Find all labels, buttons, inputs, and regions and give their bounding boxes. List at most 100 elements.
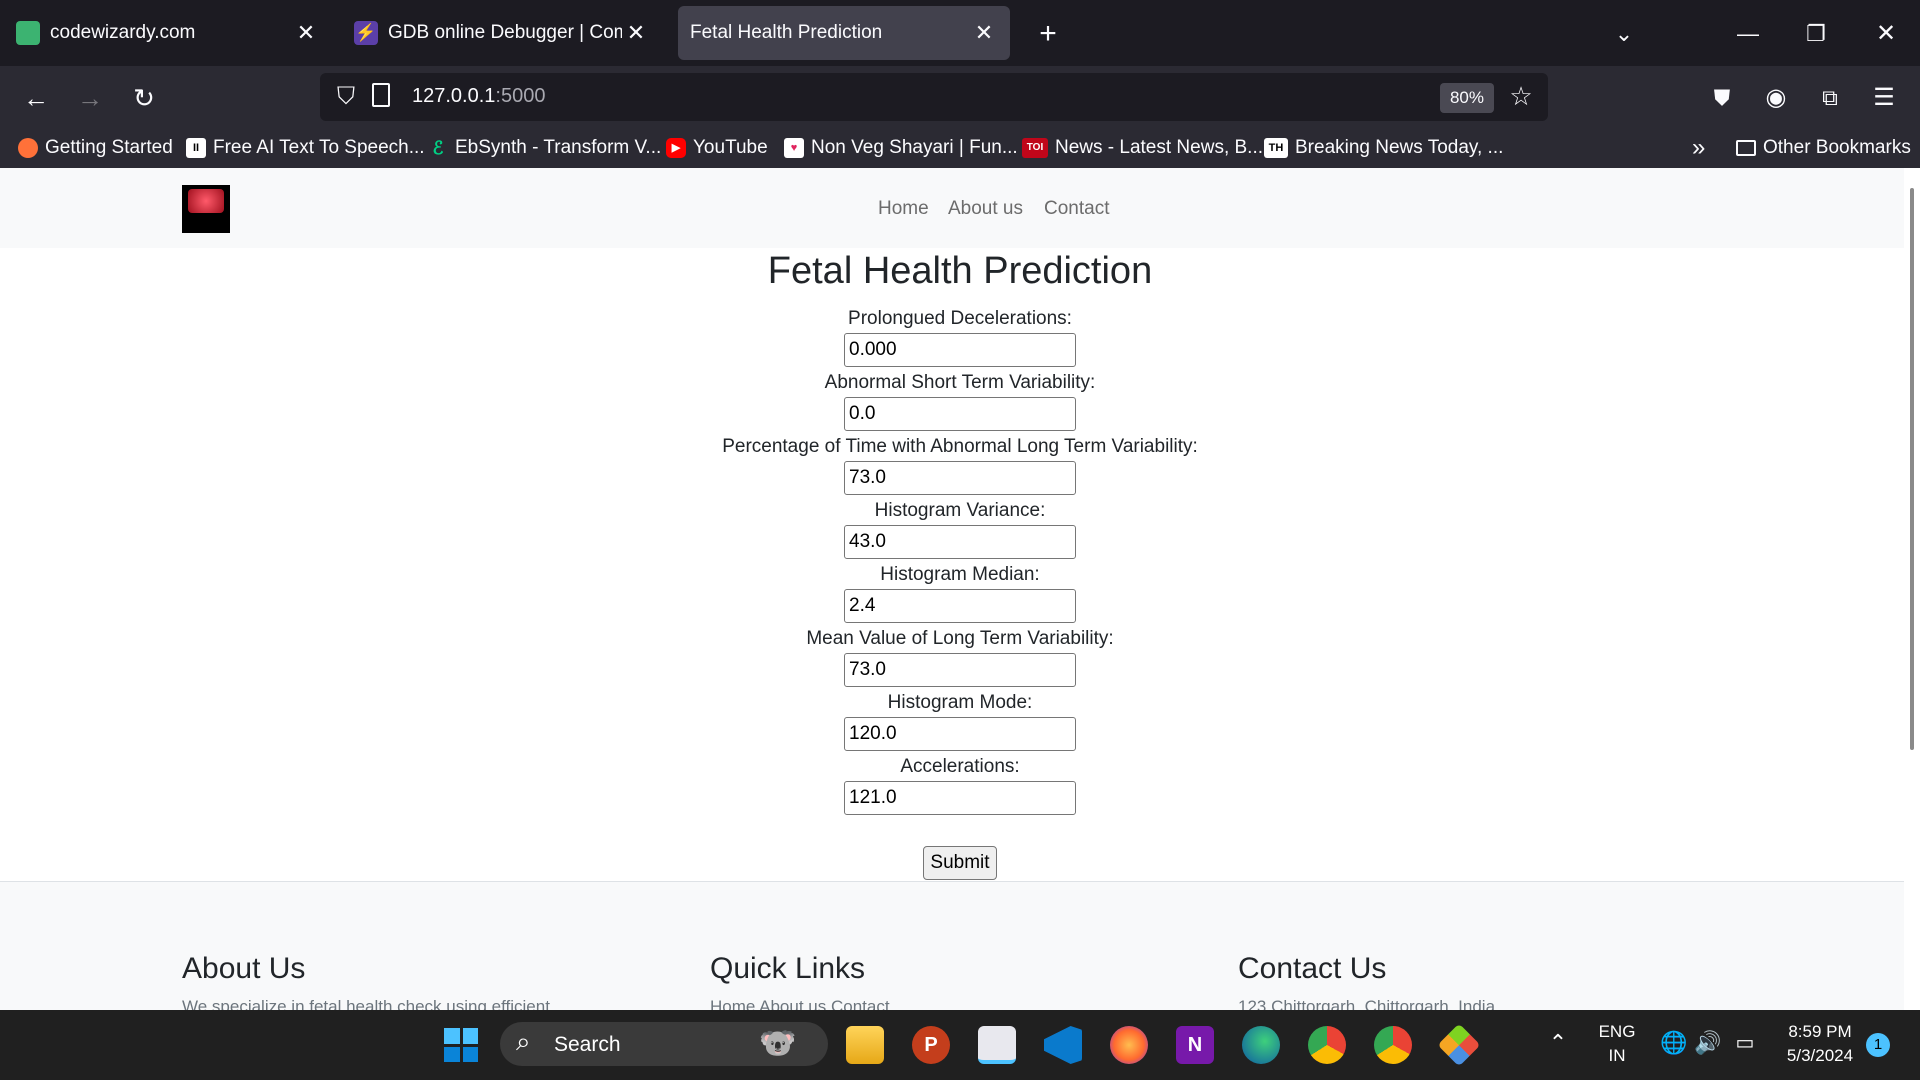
field-label-histogram-variance: Histogram Variance:	[874, 500, 1046, 521]
footer-contact-text: 123 Chittorgarh, Chittorgarh, India	[1238, 998, 1496, 1010]
histogram-median-input[interactable]	[844, 589, 1076, 623]
heart-icon: ♥	[784, 138, 804, 158]
bookmark-non-veg-shayari[interactable]: ♥ Non Veg Shayari | Fun...	[784, 134, 1018, 162]
firefox-taskbar-icon[interactable]	[1110, 1026, 1148, 1064]
bookmarks-overflow-chevron-icon[interactable]: »	[1692, 134, 1705, 162]
field-label-histogram-mode: Histogram Mode:	[887, 692, 1033, 713]
chrome-profile-icon[interactable]	[1374, 1026, 1412, 1064]
page-title: Fetal Health Prediction	[767, 250, 1153, 292]
nav-contact-link[interactable]: Contact	[1044, 198, 1109, 220]
onenote-icon[interactable]: N	[1176, 1026, 1214, 1064]
tab-codewizardy[interactable]: codewizardy.com ✕	[2, 6, 332, 60]
new-tab-button[interactable]: +	[1028, 14, 1068, 54]
mean-ltv-input[interactable]	[844, 653, 1076, 687]
bookmark-getting-started[interactable]: Getting Started	[18, 134, 173, 162]
windows-start-icon[interactable]	[442, 1026, 480, 1064]
extensions-icon[interactable]: ⧉	[1810, 78, 1850, 118]
green-grid-icon	[16, 21, 40, 45]
zoom-level-badge[interactable]: 80%	[1439, 83, 1494, 113]
language-indicator[interactable]: ENG IN	[1592, 1022, 1642, 1066]
close-icon[interactable]: ✕	[292, 20, 320, 46]
url-bar[interactable]: ⛉ 127.0.0.1:5000 80% ☆	[320, 73, 1548, 121]
ebsynth-icon: ℰ	[432, 138, 444, 158]
histogram-variance-input[interactable]	[844, 525, 1076, 559]
network-globe-icon[interactable]: 🌐	[1660, 1030, 1687, 1056]
footer-links-heading: Quick Links	[710, 952, 866, 985]
page-icon	[372, 83, 390, 107]
histogram-mode-input[interactable]	[844, 717, 1076, 751]
notification-badge[interactable]: 1	[1866, 1033, 1890, 1057]
footer-links-text[interactable]: Home About us Contact	[710, 998, 1010, 1010]
restore-button[interactable]: ❐	[1796, 14, 1836, 54]
battery-icon[interactable]: ▭	[1732, 1030, 1758, 1055]
bookmarks-bar: Getting Started II Free AI Text To Speech…	[0, 128, 1920, 168]
edge-icon[interactable]	[1242, 1026, 1280, 1064]
lightning-icon: ⚡	[354, 21, 378, 45]
page-scrollbar[interactable]	[1904, 168, 1920, 1010]
close-icon[interactable]: ✕	[970, 20, 998, 46]
git-app-icon[interactable]	[1437, 1023, 1481, 1067]
star-bookmark-icon[interactable]: ☆	[1504, 79, 1538, 113]
youtube-icon: ▶	[666, 138, 686, 158]
account-icon[interactable]: ◉	[1756, 78, 1796, 118]
taskbar: ⌕ Search 🐨 P N ⌃ ENG IN 🌐 🔊 ▭ 8:59 PM 5/…	[0, 1010, 1920, 1080]
abnormal-short-term-variability-input[interactable]	[844, 397, 1076, 431]
field-label-histogram-median: Histogram Median:	[880, 564, 1040, 585]
scrollbar-thumb[interactable]	[1910, 188, 1914, 750]
footer-about-text: We specialize in fetal health check usin…	[182, 998, 550, 1010]
forward-arrow-icon[interactable]: →	[70, 78, 110, 118]
koala-search-highlight-icon: 🐨	[759, 1027, 797, 1060]
vscode-icon[interactable]	[1044, 1026, 1082, 1064]
url-text[interactable]: 127.0.0.1:5000	[412, 85, 545, 108]
field-label-prolongued-decelerations: Prolongued Decelerations:	[848, 308, 1072, 329]
percentage-abnormal-ltv-input[interactable]	[844, 461, 1076, 495]
footer-contact-heading: Contact Us	[1238, 952, 1387, 985]
toi-icon: TOI	[1022, 138, 1048, 158]
search-icon: ⌕	[516, 1026, 531, 1056]
bookmark-youtube[interactable]: ▶ YouTube	[666, 134, 768, 162]
bookmark-toi-news[interactable]: TOI News - Latest News, B...	[1022, 134, 1263, 162]
th-icon: TH	[1264, 138, 1288, 158]
folder-icon	[1736, 140, 1756, 156]
tab-gdb[interactable]: ⚡ GDB online Debugger | Compiler ✕	[340, 6, 662, 60]
menu-icon[interactable]: ☰	[1864, 78, 1904, 118]
pocket-icon[interactable]: ⛊	[1702, 78, 1742, 118]
snipping-tool-icon[interactable]	[978, 1026, 1016, 1064]
field-label-abnormal-short-term-variability: Abnormal Short Term Variability:	[824, 372, 1096, 393]
volume-icon[interactable]: 🔊	[1694, 1030, 1721, 1056]
nav-home-link[interactable]: Home	[878, 198, 929, 220]
pause-icon: II	[186, 138, 206, 158]
web-page: Home About us Contact Fetal Health Predi…	[0, 168, 1920, 1010]
bookmark-ebsynth[interactable]: ℰ EbSynth - Transform V...	[428, 134, 662, 162]
submit-button[interactable]: Submit	[923, 846, 997, 880]
tab-fetal-health[interactable]: Fetal Health Prediction ✕	[678, 6, 1010, 60]
other-bookmarks[interactable]: Other Bookmarks	[1736, 134, 1911, 162]
field-label-percentage-abnormal-ltv: Percentage of Time with Abnormal Long Te…	[722, 436, 1198, 457]
site-header: Home About us Contact	[0, 168, 1904, 248]
prolongued-decelerations-input[interactable]	[844, 333, 1076, 367]
close-window-button[interactable]: ✕	[1866, 14, 1906, 54]
back-arrow-icon[interactable]: ←	[16, 78, 56, 118]
firefox-icon	[18, 138, 38, 158]
site-footer: About Us Quick Links Contact Us We speci…	[0, 881, 1904, 1010]
site-logo[interactable]	[182, 185, 230, 233]
tray-chevron-icon[interactable]: ⌃	[1546, 1030, 1570, 1056]
tab-bar: codewizardy.com ✕ ⚡ GDB online Debugger …	[0, 0, 1920, 66]
bookmark-breaking-news[interactable]: TH Breaking News Today, ...	[1264, 134, 1503, 162]
reload-icon[interactable]: ↻	[124, 78, 164, 118]
close-icon[interactable]: ✕	[622, 20, 650, 46]
tab-list-chevron-icon[interactable]: ⌄	[1604, 14, 1644, 54]
minimize-button[interactable]: —	[1728, 14, 1768, 54]
accelerations-input[interactable]	[844, 781, 1076, 815]
chrome-icon[interactable]	[1308, 1026, 1346, 1064]
clock[interactable]: 8:59 PM 5/3/2024	[1780, 1022, 1860, 1066]
footer-about-heading: About Us	[182, 952, 306, 985]
nav-about-link[interactable]: About us	[948, 198, 1023, 220]
taskbar-search[interactable]: ⌕ Search 🐨	[500, 1022, 828, 1066]
file-explorer-icon[interactable]	[846, 1026, 884, 1064]
bookmark-free-ai-tts[interactable]: II Free AI Text To Speech...	[186, 134, 425, 162]
field-label-mean-ltv: Mean Value of Long Term Variability:	[806, 628, 1114, 649]
field-label-accelerations: Accelerations:	[900, 756, 1020, 777]
shield-icon[interactable]: ⛉	[330, 81, 362, 113]
powerpoint-icon[interactable]: P	[912, 1026, 950, 1064]
